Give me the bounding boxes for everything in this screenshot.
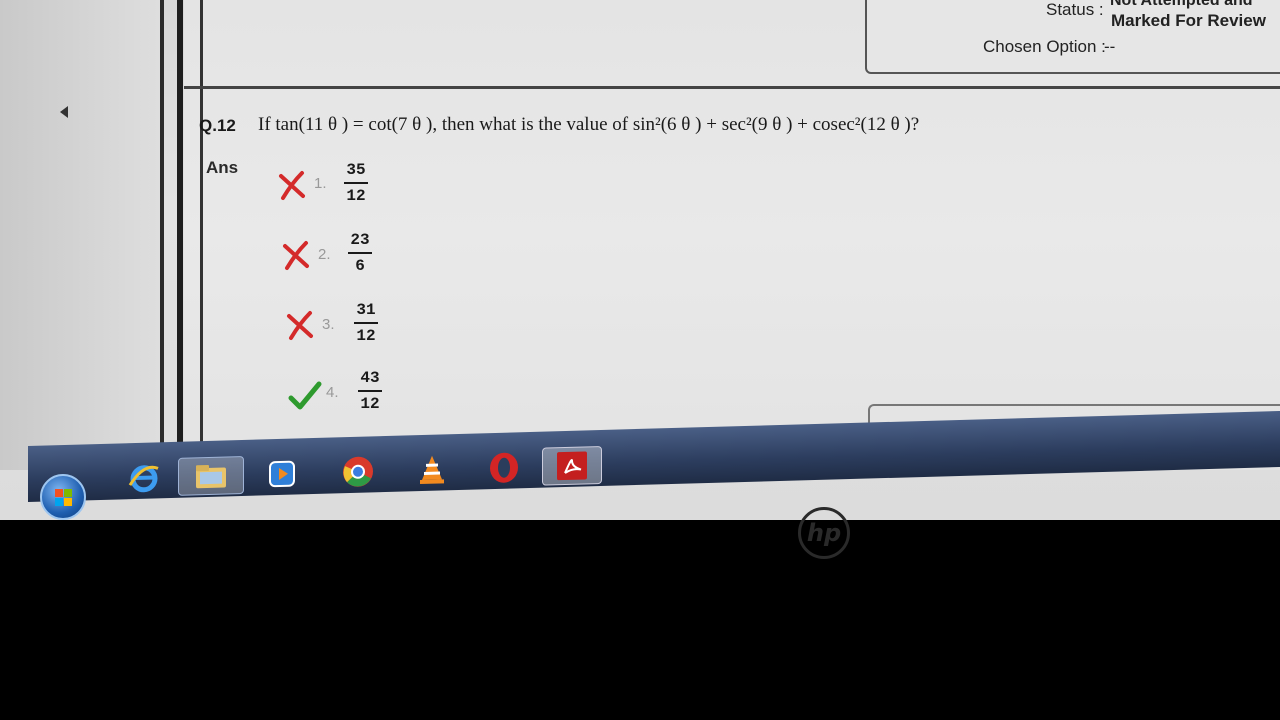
frame-divider [200, 0, 203, 470]
answer-option-1: 1. 35 12 [276, 160, 396, 220]
fraction-numerator: 35 [346, 161, 366, 179]
fraction-denominator: 12 [360, 395, 380, 413]
answer-label: Ans [206, 158, 239, 177]
fraction-denominator: 12 [346, 187, 366, 205]
option-fraction: 31 12 [346, 300, 386, 346]
option-number: 4. [326, 384, 339, 401]
fraction-bar [358, 390, 382, 392]
question-text: If tan(11 θ ) = cot(7 θ ), then what is … [258, 114, 920, 135]
option-number: 1. [314, 175, 327, 192]
left-margin [0, 0, 160, 470]
acrobat-icon[interactable] [542, 445, 602, 486]
answer-option-3: 3. 31 12 [284, 300, 404, 360]
fraction-denominator: 12 [356, 327, 376, 345]
vlc-icon[interactable] [410, 450, 454, 489]
option-number: 3. [322, 316, 335, 333]
windows-start-icon[interactable] [40, 474, 86, 520]
collapse-arrow-icon[interactable] [60, 106, 68, 118]
frame-divider [160, 0, 164, 470]
answer-option-4: 4. 43 12 [288, 368, 408, 428]
opera-icon[interactable] [482, 448, 526, 487]
check-icon [288, 381, 322, 410]
chosen-option-label: Chosen Option : [983, 37, 1106, 56]
status-label: Status : [1046, 0, 1104, 19]
media-player-icon[interactable] [260, 454, 304, 493]
option-fraction: 35 12 [336, 160, 376, 206]
option-fraction: 23 6 [340, 230, 380, 276]
fraction-bar [354, 322, 378, 324]
internet-explorer-icon[interactable] [122, 458, 166, 497]
chosen-option-value: -- [1104, 37, 1116, 56]
fraction-numerator: 43 [360, 369, 380, 387]
section-divider [184, 86, 1280, 89]
option-number: 2. [318, 246, 331, 263]
fraction-numerator: 23 [350, 231, 370, 249]
fraction-denominator: 6 [355, 257, 365, 275]
frame-divider [177, 0, 183, 470]
option-fraction: 43 12 [350, 368, 390, 414]
cross-icon [283, 241, 309, 270]
fraction-numerator: 31 [356, 301, 376, 319]
answer-option-2: 2. 23 6 [280, 230, 400, 290]
chrome-icon[interactable] [336, 452, 380, 491]
cross-icon [287, 311, 313, 340]
hp-logo-icon: hp [798, 507, 850, 559]
file-explorer-icon[interactable] [178, 455, 244, 496]
windows-flag-icon [55, 489, 73, 507]
cross-icon [279, 171, 305, 200]
status-value: Marked For Review [1111, 11, 1266, 30]
status-value-partial: Not Attempted and [1110, 0, 1253, 9]
fraction-bar [348, 252, 372, 254]
fraction-bar [344, 182, 368, 184]
question-number: Q.12 [199, 116, 236, 135]
